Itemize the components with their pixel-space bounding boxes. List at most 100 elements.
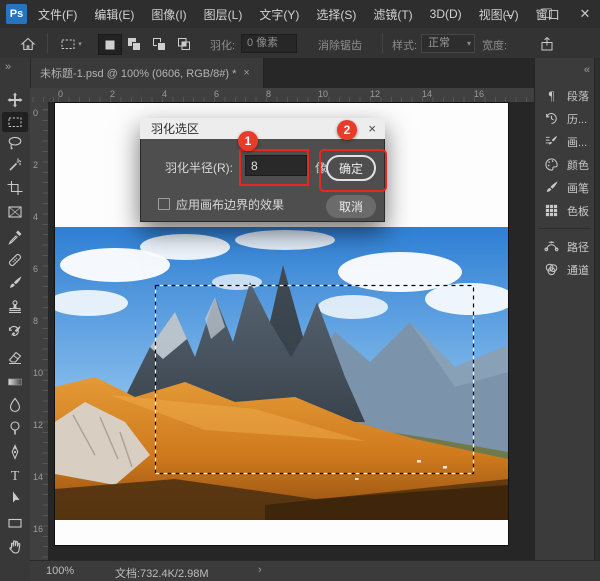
menu-item-0[interactable]: 文件(F) — [38, 6, 77, 23]
crop-tool-icon[interactable] — [2, 178, 28, 198]
move-tool-icon[interactable] — [2, 90, 28, 110]
status-chevron-icon[interactable]: › — [258, 564, 262, 576]
width-label: 宽度: — [482, 37, 507, 53]
v-ruler-tick: 16 — [33, 524, 43, 534]
history-brush-tool-icon[interactable] — [2, 322, 28, 342]
hand-tool-icon[interactable] — [2, 537, 28, 557]
shape-tool-icon[interactable] — [2, 513, 28, 533]
panel-item-brush-settings[interactable]: 画... — [535, 130, 595, 153]
style-label: 样式: — [392, 37, 417, 53]
eyedropper-tool-icon[interactable] — [2, 227, 28, 247]
panel-groups: ¶段落历... 画... 颜色画笔色板路径通道 — [535, 84, 595, 281]
subtract-selection-icon[interactable] — [148, 34, 170, 53]
panel-dock: « ¶段落历... 画... 颜色画笔色板路径通道 — [534, 58, 595, 560]
h-ruler-tick: 10 — [318, 89, 328, 99]
v-ruler-tick: 12 — [33, 420, 43, 430]
brush-settings-icon — [543, 133, 560, 150]
svg-text:T: T — [11, 469, 20, 483]
intersect-selection-icon[interactable] — [173, 34, 195, 53]
h-ruler-tick: 12 — [370, 89, 380, 99]
type-tool-icon[interactable]: T — [2, 465, 28, 485]
feather-value-field[interactable]: 0 像素 — [241, 34, 297, 53]
separator — [382, 33, 383, 53]
h-ruler-tick: 8 — [266, 89, 271, 99]
maximize-button[interactable]: ☐ — [540, 6, 554, 22]
panel-item-label: 色板 — [567, 203, 589, 219]
panel-item-label: 路径 — [567, 239, 589, 255]
window-controls: – ☐ ✕ — [502, 0, 592, 28]
panel-item-swatches[interactable]: 色板 — [535, 199, 595, 222]
panel-item-channels[interactable]: 通道 — [535, 258, 595, 281]
panel-collapse-icon[interactable]: « — [584, 64, 589, 76]
panel-item-label: 通道 — [567, 262, 589, 278]
toolbar-expand-icon[interactable]: » — [5, 61, 10, 73]
color-icon — [543, 156, 560, 173]
anti-alias-label[interactable]: 消除锯齿 — [318, 37, 362, 53]
canvas-bounds-checkbox[interactable] — [158, 198, 170, 210]
pen-tool-icon[interactable] — [2, 442, 28, 462]
menu-item-3[interactable]: 图层(L) — [204, 6, 243, 23]
v-ruler-tick: 2 — [33, 160, 38, 170]
clone-stamp-tool-icon[interactable] — [2, 297, 28, 317]
tab-close-icon[interactable]: × — [243, 67, 249, 79]
vertical-ruler[interactable]: 0246810121416 — [30, 102, 49, 560]
panel-item-paragraph[interactable]: ¶段落 — [535, 84, 595, 107]
panel-item-history[interactable]: 历... — [535, 107, 595, 130]
feather-selection-dialog: 羽化选区 × 羽化半径(R): 像素 应用画布边界的效果 确定 取消 1 2 — [140, 118, 385, 222]
document-tab[interactable]: 未标题-1.psd @ 100% (0606, RGB/8#) * × — [30, 58, 264, 88]
panel-item-label: 颜色 — [567, 157, 589, 173]
blur-tool-icon[interactable] — [2, 395, 28, 415]
menu-item-4[interactable]: 文字(Y) — [259, 6, 299, 23]
menu-item-7[interactable]: 3D(D) — [430, 7, 462, 21]
rectangular-marquee-tool-icon[interactable] — [2, 112, 28, 132]
lasso-tool-icon[interactable] — [2, 133, 28, 153]
ok-button[interactable]: 确定 — [326, 155, 376, 181]
minimize-button[interactable]: – — [502, 7, 516, 22]
panel-edge-strip — [594, 58, 600, 560]
dialog-title: 羽化选区 — [151, 120, 199, 137]
mountain-photo — [55, 227, 508, 520]
svg-text:¶: ¶ — [549, 89, 555, 103]
canvas-bounds-label: 应用画布边界的效果 — [176, 196, 284, 213]
panel-item-color[interactable]: 颜色 — [535, 153, 595, 176]
frame-tool-icon[interactable] — [2, 202, 28, 222]
menu-item-6[interactable]: 滤镜(T) — [373, 6, 412, 23]
h-ruler-tick: 16 — [474, 89, 484, 99]
horizontal-ruler[interactable]: 0246810121416 — [30, 88, 534, 103]
cancel-button[interactable]: 取消 — [326, 195, 376, 218]
history-icon — [543, 110, 560, 127]
menu-item-1[interactable]: 编辑(E) — [94, 6, 134, 23]
h-ruler-tick: 6 — [214, 89, 219, 99]
panel-item-label: 画笔 — [567, 180, 589, 196]
gradient-tool-icon[interactable] — [2, 372, 28, 392]
feather-label: 羽化: — [210, 37, 235, 53]
swatches-icon — [543, 202, 560, 219]
menu-item-2[interactable]: 图像(I) — [151, 6, 186, 23]
home-icon[interactable] — [17, 34, 39, 53]
style-select[interactable]: 正常 ▾ — [421, 34, 475, 53]
share-icon[interactable] — [536, 34, 558, 53]
add-selection-icon[interactable] — [123, 34, 145, 53]
feather-radius-input[interactable] — [245, 155, 307, 176]
feather-radius-label: 羽化半径(R): — [165, 159, 233, 176]
dodge-tool-icon[interactable] — [2, 418, 28, 438]
quick-selection-tool-icon[interactable] — [2, 155, 28, 175]
rectangular-marquee-icon[interactable]: ▾ — [56, 34, 86, 53]
healing-brush-tool-icon[interactable] — [2, 250, 28, 270]
panel-item-paths[interactable]: 路径 — [535, 235, 595, 258]
h-ruler-tick: 4 — [162, 89, 167, 99]
close-button[interactable]: ✕ — [578, 6, 592, 22]
panel-item-label: 画... — [567, 134, 587, 150]
zoom-level[interactable]: 100% — [46, 565, 74, 577]
toolbar-bottom — [0, 560, 31, 581]
menu-item-5[interactable]: 选择(S) — [316, 6, 356, 23]
eraser-tool-icon[interactable] — [2, 347, 28, 367]
dialog-close-icon[interactable]: × — [368, 121, 376, 136]
path-selection-tool-icon[interactable] — [2, 488, 28, 508]
brush-tool-icon[interactable] — [2, 273, 28, 293]
panel-item-brushes[interactable]: 画笔 — [535, 176, 595, 199]
h-ruler-tick: 0 — [58, 89, 63, 99]
annotation-badge-2: 2 — [337, 120, 357, 140]
new-selection-icon[interactable] — [98, 34, 122, 55]
v-ruler-tick: 14 — [33, 472, 43, 482]
